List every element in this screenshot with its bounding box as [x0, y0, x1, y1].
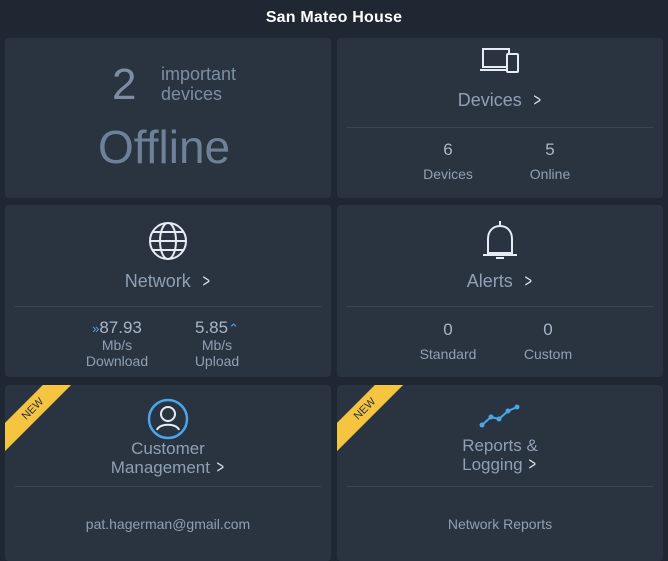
customer-management-card[interactable]: NEW Customer Management > pat.hagerman@g…: [5, 385, 331, 561]
chevron-right-icon: >: [533, 90, 541, 110]
customer-email: pat.hagerman@gmail.com: [85, 516, 251, 532]
stat-value: 6: [443, 140, 453, 159]
devices-count-stat: 6 Devices: [393, 140, 503, 182]
devices-card[interactable]: Devices > 6 Devices 5 Online: [337, 38, 663, 198]
page-header: San Mateo House: [0, 0, 668, 36]
stat-value: 0: [543, 320, 553, 339]
reports-title-line1: Reports &: [462, 436, 538, 455]
offline-devices-card[interactable]: 2 important devices Offline: [5, 38, 331, 198]
devices-icon: [337, 46, 663, 83]
upload-unit: Mb/s: [201, 337, 233, 353]
divider: [15, 306, 321, 307]
stat-label: Devices: [423, 166, 473, 182]
divider: [347, 127, 653, 128]
globe-icon: [5, 221, 331, 266]
offline-count: 2: [112, 60, 137, 109]
custom-alerts-stat: 0 Custom: [493, 320, 603, 362]
customer-management-link[interactable]: Customer Management >: [5, 439, 331, 477]
alerts-link[interactable]: Alerts >: [337, 271, 663, 292]
stat-label: Custom: [523, 346, 573, 362]
offline-status: Offline: [98, 121, 231, 173]
page-title: San Mateo House: [265, 9, 403, 26]
upload-label: Upload: [194, 353, 240, 369]
download-label: Download: [85, 353, 149, 369]
stat-label: Online: [529, 166, 571, 182]
divider: [347, 486, 653, 487]
reports-title-line2: Logging: [462, 455, 523, 474]
download-stat: »87.93 Mb/s Download: [62, 318, 172, 369]
offline-label-line2: devices: [161, 84, 223, 104]
download-unit: Mb/s: [101, 337, 133, 353]
alerts-title: Alerts: [466, 271, 513, 291]
chevron-right-icon: >: [528, 454, 537, 474]
customer-title-line1: Customer: [131, 439, 205, 458]
offline-label-line1: important: [161, 64, 237, 84]
alerts-card[interactable]: Alerts > 0 Standard 0 Custom: [337, 205, 663, 377]
divider: [15, 486, 321, 487]
network-card[interactable]: Network > »87.93 Mb/s Download 5.85⌃ Mb/…: [5, 205, 331, 377]
network-title: Network: [124, 271, 191, 291]
reports-logging-link[interactable]: Reports & Logging >: [337, 436, 663, 474]
network-link[interactable]: Network >: [5, 271, 331, 292]
customer-title-line2: Management: [110, 458, 210, 477]
stat-value: 5: [545, 140, 555, 159]
bell-icon: [337, 219, 663, 268]
chevron-right-icon: >: [216, 457, 224, 477]
network-reports-link[interactable]: Network Reports: [337, 516, 663, 532]
upload-stat: 5.85⌃ Mb/s Upload: [162, 318, 272, 369]
stat-label: Standard: [419, 346, 477, 362]
online-count-stat: 5 Online: [495, 140, 605, 182]
trend-line-icon: [337, 403, 663, 434]
chevron-right-icon: >: [524, 271, 532, 291]
standard-alerts-stat: 0 Standard: [393, 320, 503, 362]
devices-link[interactable]: Devices >: [337, 90, 663, 111]
download-value: 87.93: [99, 318, 142, 337]
divider: [347, 306, 653, 307]
double-chevron-up-icon: ⌃: [228, 321, 239, 336]
chevron-right-icon: >: [202, 271, 210, 291]
devices-title: Devices: [457, 90, 522, 110]
reports-logging-card[interactable]: NEW Reports & Logging > Network Reports: [337, 385, 663, 561]
stat-value: 0: [443, 320, 453, 339]
upload-value: 5.85: [195, 318, 229, 337]
